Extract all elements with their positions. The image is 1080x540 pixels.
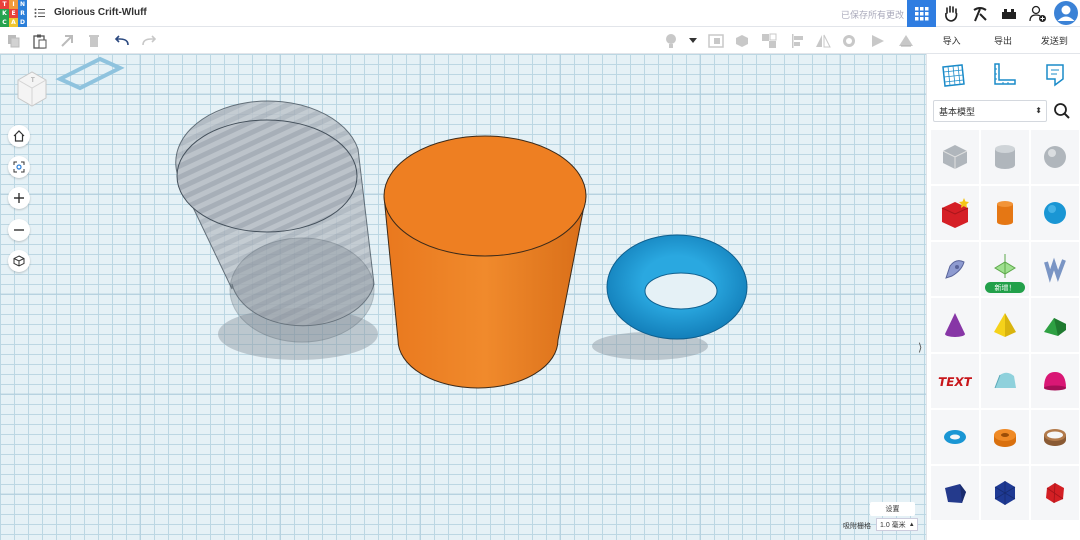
grid-view-icon[interactable] (907, 0, 936, 27)
bricks-icon[interactable] (994, 0, 1023, 27)
select-caret-icon: ⬍ (1035, 106, 1042, 115)
scribble-shape[interactable] (931, 242, 979, 296)
redo-icon[interactable] (140, 32, 158, 50)
new-badge: 新增！ (985, 282, 1025, 293)
shape-category-value: 基本模型 (939, 106, 976, 117)
flag-icon[interactable] (869, 32, 887, 50)
logo-letter: C (0, 18, 9, 27)
half-cylinder-shape[interactable] (981, 354, 1029, 408)
edit-toolbar (0, 27, 926, 54)
torus-shape[interactable] (931, 410, 979, 464)
duplicate-icon[interactable] (58, 32, 76, 50)
align-icon[interactable] (789, 32, 807, 50)
logo-letter: A (9, 18, 18, 27)
ring-shape[interactable] (1031, 410, 1079, 464)
document-title[interactable]: Glorious Crift-Wluff (54, 7, 147, 18)
pickaxe-icon[interactable] (965, 0, 994, 27)
zoom-in-icon[interactable] (8, 187, 30, 209)
svg-text:TEXT: TEXT (938, 375, 972, 389)
home-view-icon[interactable] (8, 125, 30, 147)
profile-avatar-icon[interactable] (1054, 1, 1078, 25)
workplane-grid-icon[interactable] (940, 62, 966, 98)
save-status: 已保存所有更改 (840, 10, 904, 20)
mirror-icon[interactable] (814, 32, 832, 50)
workplane-grid[interactable]: T 设置 吸附栅格 1.0 毫米 ▲ ⟩ (0, 54, 926, 540)
orange-cylinder[interactable] (383, 135, 587, 389)
box-shape[interactable] (931, 186, 979, 240)
snap-grid-label: 吸附栅格 (843, 523, 871, 530)
snap-grid-select[interactable]: 1.0 毫米 ▲ (876, 518, 918, 531)
hole-icon[interactable] (733, 32, 751, 50)
send-to-button[interactable]: 发送到 (1029, 27, 1080, 53)
shapes-panel: 基本模型 ⬍ 新增！ TEXT (926, 54, 1080, 540)
import-button[interactable]: 导入 (926, 27, 977, 53)
hole-cylinder[interactable] (175, 100, 375, 343)
undo-icon[interactable] (113, 32, 131, 50)
top-bar: TINKERCAD Glorious Crift-Wluff 已保存所有更改 (0, 0, 1080, 27)
cylinder-hole-shape[interactable] (981, 130, 1029, 184)
logo-letter: R (18, 9, 27, 18)
snap-grid-value: 1.0 毫米 (880, 521, 906, 529)
sphere-shape[interactable] (1031, 186, 1079, 240)
shape-icon[interactable] (707, 32, 725, 50)
notes-icon[interactable] (1042, 62, 1068, 98)
shapes-grid: 新增！ TEXT (931, 130, 1079, 520)
box-hole-shape[interactable] (931, 130, 979, 184)
copy-icon[interactable] (5, 32, 23, 50)
search-icon[interactable] (1053, 102, 1071, 120)
tube-shape[interactable] (981, 410, 1029, 464)
logo-letter: D (18, 18, 27, 27)
logo-letter: K (0, 9, 9, 18)
spinner-shape[interactable]: 新增！ (981, 242, 1029, 296)
zoom-out-icon[interactable] (8, 219, 30, 241)
add-user-icon[interactable] (1023, 0, 1052, 27)
pyramid-shape[interactable] (981, 298, 1029, 352)
polyhedron-shape[interactable] (1031, 466, 1079, 520)
ortho-view-icon[interactable] (8, 250, 30, 272)
scene-canvas[interactable] (0, 54, 926, 540)
view-cube[interactable]: T (14, 70, 50, 110)
text-3d-shape[interactable]: TEXT (931, 354, 979, 408)
logo-letter: T (0, 0, 9, 9)
snap-grid-caret-icon: ▲ (908, 521, 915, 528)
dropdown-caret-icon[interactable] (684, 32, 702, 50)
icosahedron-shape[interactable] (981, 466, 1029, 520)
import-export-bar: 导入 导出 发送到 (926, 27, 1080, 54)
tinker-hand-icon[interactable] (936, 0, 965, 27)
delete-icon[interactable] (85, 32, 103, 50)
text-shape[interactable] (1031, 242, 1079, 296)
cruise-icon[interactable] (840, 32, 858, 50)
light-bulb-icon[interactable] (662, 32, 680, 50)
shape-category-select[interactable]: 基本模型 ⬍ (933, 100, 1047, 122)
panel-collapse-icon[interactable]: ⟩ (918, 341, 922, 354)
document-menu-icon[interactable] (34, 7, 46, 19)
cylinder-shape[interactable] (981, 186, 1029, 240)
blue-torus[interactable] (606, 234, 748, 340)
polygon-shape[interactable] (931, 466, 979, 520)
workplane-icon[interactable] (897, 32, 915, 50)
fit-view-icon[interactable] (8, 156, 30, 178)
sphere-hole-shape[interactable] (1031, 130, 1079, 184)
export-button[interactable]: 导出 (977, 27, 1028, 53)
roof-shape[interactable] (1031, 298, 1079, 352)
cone-shape[interactable] (931, 298, 979, 352)
logo-letter: E (9, 9, 18, 18)
svg-text:T: T (30, 77, 35, 84)
logo-letter: I (9, 0, 18, 9)
group-icon[interactable] (760, 32, 778, 50)
logo-letter: N (18, 0, 27, 9)
paraboloid-shape[interactable] (1031, 354, 1079, 408)
workplane-settings-button[interactable]: 设置 (870, 502, 915, 516)
paste-icon[interactable] (31, 32, 49, 50)
workplane-corner-mark (55, 56, 125, 91)
tinkercad-logo[interactable]: TINKERCAD (0, 0, 27, 27)
ruler-icon[interactable] (991, 62, 1017, 98)
